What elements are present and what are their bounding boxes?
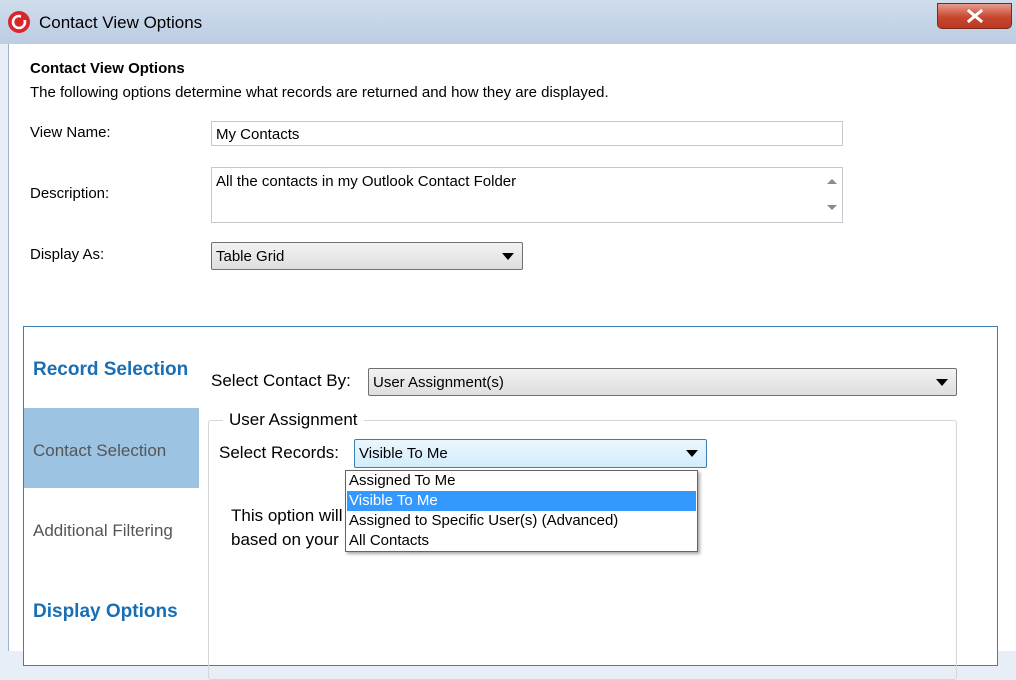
select-contact-by-value: User Assignment(s): [373, 374, 504, 391]
scroll-up-arrow-icon[interactable]: [827, 179, 837, 184]
sidebar-item-contact-selection[interactable]: Contact Selection: [24, 408, 199, 488]
dropdown-option-assigned-to-me[interactable]: Assigned To Me: [347, 471, 696, 491]
chevron-down-icon: [936, 379, 948, 386]
scroll-down-arrow-icon[interactable]: [827, 205, 837, 210]
chevron-down-icon: [686, 450, 698, 457]
description-label: Description:: [30, 185, 110, 202]
view-name-label: View Name:: [30, 124, 111, 141]
sidebar-item-label: Contact Selection: [33, 441, 167, 460]
select-records-select[interactable]: Visible To Me: [354, 439, 707, 468]
display-as-select[interactable]: Table Grid: [211, 242, 523, 270]
dropdown-option-assigned-to-specific-users[interactable]: Assigned to Specific User(s) (Advanced): [347, 511, 696, 531]
display-as-value: Table Grid: [216, 248, 285, 265]
display-as-label: Display As:: [30, 246, 105, 263]
sidebar-item-additional-filtering[interactable]: Additional Filtering: [24, 488, 199, 568]
select-records-dropdown-list: Assigned To Me Visible To Me Assigned to…: [345, 470, 698, 552]
view-name-input[interactable]: My Contacts: [211, 121, 843, 146]
group-title: User Assignment: [223, 410, 364, 430]
option-label: Visible To Me: [349, 492, 438, 509]
select-contact-by-select[interactable]: User Assignment(s): [368, 368, 957, 396]
description-textarea[interactable]: All the contacts in my Outlook Contact F…: [211, 167, 843, 223]
section-title: Contact View Options: [30, 60, 185, 77]
dropdown-option-visible-to-me[interactable]: Visible To Me: [347, 491, 696, 511]
dialog-body: Contact View Options The following optio…: [8, 44, 1016, 680]
title-bar[interactable]: Contact View Options: [0, 0, 1016, 44]
option-label: Assigned To Me: [349, 472, 456, 489]
window-title: Contact View Options: [39, 13, 203, 32]
sidebar-item-label: Additional Filtering: [33, 521, 173, 540]
select-records-value: Visible To Me: [359, 445, 448, 462]
select-records-label: Select Records:: [219, 443, 339, 462]
record-selection-heading: Record Selection: [33, 359, 189, 380]
close-icon: [966, 9, 984, 23]
info-line2-start: based on your: [231, 530, 339, 549]
display-options-heading[interactable]: Display Options: [33, 601, 178, 623]
app-logo-icon: [8, 11, 30, 33]
close-button[interactable]: [937, 3, 1012, 29]
chevron-down-icon: [502, 253, 514, 260]
option-label: Assigned to Specific User(s) (Advanced): [349, 512, 619, 529]
select-contact-by-label: Select Contact By:: [211, 371, 351, 390]
description-text: All the contacts in my Outlook Contact F…: [216, 173, 517, 190]
info-line1-start: This option will: [231, 506, 343, 525]
option-label: All Contacts: [349, 532, 430, 549]
dropdown-option-all-contacts[interactable]: All Contacts: [347, 531, 696, 551]
section-description: The following options determine what rec…: [30, 84, 609, 101]
dialog-window: Contact View Options Contact View Option…: [0, 0, 1016, 680]
